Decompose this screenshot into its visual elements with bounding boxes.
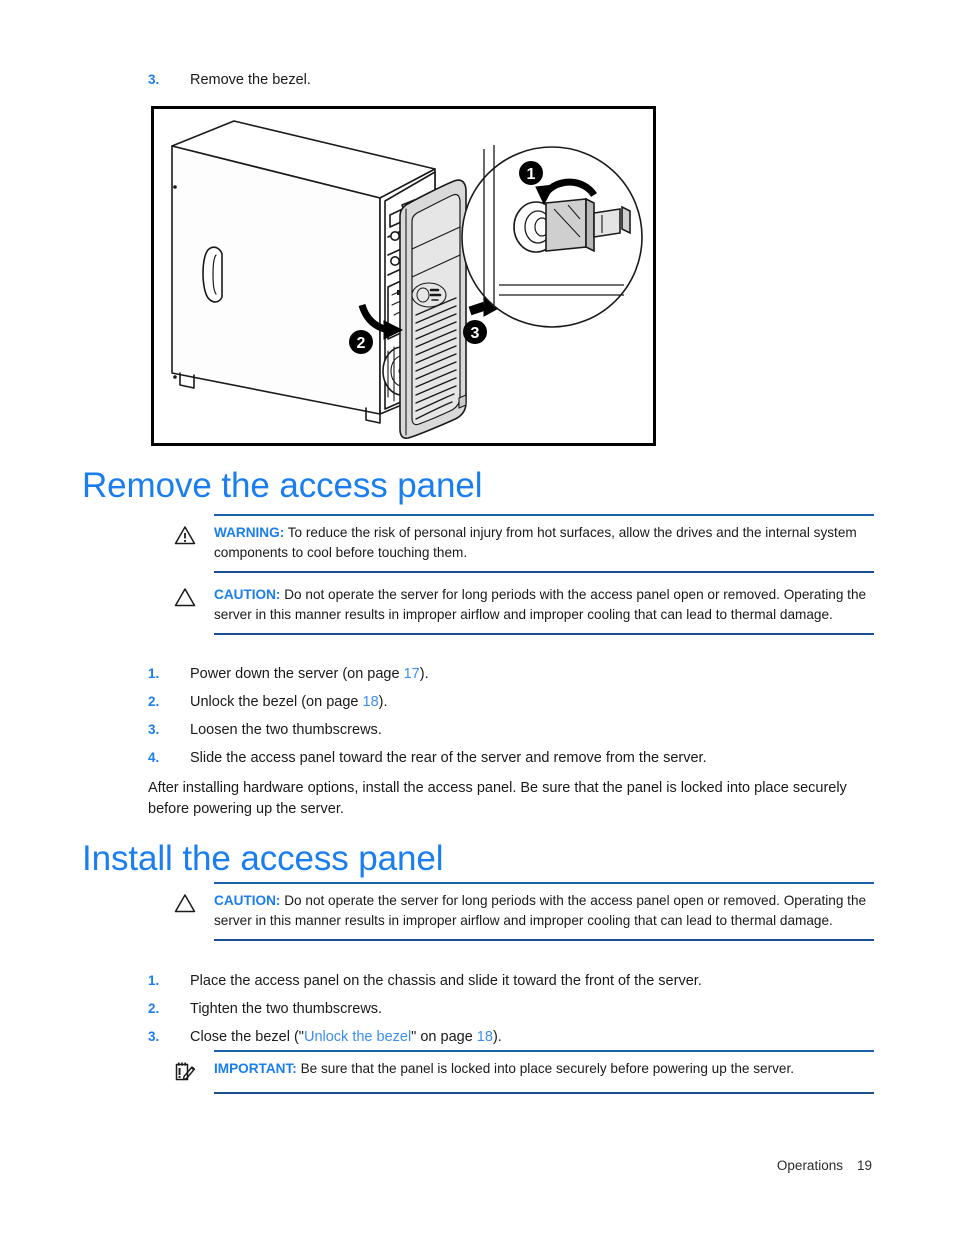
document-page: 3. Remove the bezel. 2 3 1 Remove the ac… xyxy=(0,0,954,1235)
page-link[interactable]: 18 xyxy=(363,694,379,710)
step-text: Loosen the two thumbscrews. xyxy=(190,722,382,738)
step-number: 3. xyxy=(148,722,160,737)
page-link[interactable]: 18 xyxy=(477,1029,493,1045)
server-bezel-figure: 2 3 1 xyxy=(151,106,656,446)
list-item: 1. Power down the server (on page 17). xyxy=(148,666,888,682)
caution-triangle-icon xyxy=(168,891,214,913)
step-text: Power down the server (on page 17). xyxy=(190,666,429,682)
install-access-panel-steps: 1. Place the access panel on the chassis… xyxy=(148,973,888,1045)
caution-text: Do not operate the server for long perio… xyxy=(214,893,867,928)
step-number: 1. xyxy=(148,666,160,681)
caution-text-block: CAUTION: Do not operate the server for l… xyxy=(214,891,874,930)
caution-notice-remove: CAUTION: Do not operate the server for l… xyxy=(168,578,874,636)
page-title-remove-access-panel: Remove the access panel xyxy=(82,466,483,505)
step-text: Remove the bezel. xyxy=(190,72,311,88)
warning-text-block: WARNING: To reduce the risk of personal … xyxy=(214,523,874,562)
caution-triangle-icon xyxy=(168,585,214,607)
warning-notice: WARNING: To reduce the risk of personal … xyxy=(168,514,874,574)
remove-access-panel-steps: 1. Power down the server (on page 17). 2… xyxy=(148,666,888,766)
step-remove-bezel: 3. Remove the bezel. xyxy=(148,72,848,88)
notice-rule-bottom xyxy=(214,633,874,636)
page-footer: Operations 19 xyxy=(777,1158,872,1173)
step-number: 2. xyxy=(148,694,160,709)
svg-text:1: 1 xyxy=(527,166,536,183)
notice-rule-bottom xyxy=(214,571,874,574)
list-item: 2. Tighten the two thumbscrews. xyxy=(148,1001,888,1017)
server-illustration: 2 3 1 xyxy=(171,120,643,439)
page-title-install-access-panel: Install the access panel xyxy=(82,839,444,878)
step-text: Close the bezel ("Unlock the bezel" on p… xyxy=(190,1029,502,1045)
warning-triangle-icon xyxy=(168,523,214,545)
step-number: 1. xyxy=(148,973,160,988)
list-item: 1. Place the access panel on the chassis… xyxy=(148,973,888,989)
notice-rule-bottom xyxy=(214,1092,874,1094)
warning-label: WARNING: xyxy=(214,525,285,540)
step-text: Tighten the two thumbscrews. xyxy=(190,1001,383,1017)
footer-chapter: Operations xyxy=(776,1158,843,1173)
warning-text: To reduce the risk of personal injury fr… xyxy=(214,525,857,560)
list-item: 3. Close the bezel ("Unlock the bezel" o… xyxy=(148,1029,888,1045)
important-text-block: IMPORTANT: Be sure that the panel is loc… xyxy=(214,1059,794,1079)
step-text: Place the access panel on the chassis an… xyxy=(190,973,702,989)
notice-rule-bottom xyxy=(214,939,874,942)
step-text: Unlock the bezel (on page 18). xyxy=(190,694,388,710)
caution-label: CAUTION: xyxy=(214,893,281,908)
caution-text: Do not operate the server for long perio… xyxy=(214,587,867,622)
list-item: 2. Unlock the bezel (on page 18). xyxy=(148,694,888,710)
important-notice: IMPORTANT: Be sure that the panel is loc… xyxy=(168,1050,874,1094)
footer-page-number: 19 xyxy=(856,1158,872,1173)
page-link[interactable]: 17 xyxy=(404,666,420,682)
svg-text:2: 2 xyxy=(357,335,366,352)
callout-3: 3 xyxy=(463,320,487,344)
list-item: 4. Slide the access panel toward the rea… xyxy=(148,750,888,766)
notepad-pencil-icon xyxy=(168,1059,214,1083)
after-install-paragraph: After installing hardware options, insta… xyxy=(148,780,847,817)
important-text: Be sure that the panel is locked into pl… xyxy=(300,1061,795,1076)
list-item: 3. Loosen the two thumbscrews. xyxy=(148,722,888,738)
callout-1: 1 xyxy=(519,161,543,185)
svg-text:3: 3 xyxy=(471,325,480,342)
important-label: IMPORTANT: xyxy=(214,1061,297,1076)
step-text: Slide the access panel toward the rear o… xyxy=(190,750,707,766)
caution-notice-install: CAUTION: Do not operate the server for l… xyxy=(168,882,874,942)
step-number: 2. xyxy=(148,1001,160,1016)
step-number: 3. xyxy=(148,1029,160,1044)
caution-label: CAUTION: xyxy=(214,587,281,602)
caution-text-block: CAUTION: Do not operate the server for l… xyxy=(214,585,874,624)
callout-2: 2 xyxy=(349,330,373,354)
step-number: 3. xyxy=(148,72,160,87)
step-number: 4. xyxy=(148,750,160,765)
cross-reference-link[interactable]: Unlock the bezel xyxy=(304,1029,411,1045)
